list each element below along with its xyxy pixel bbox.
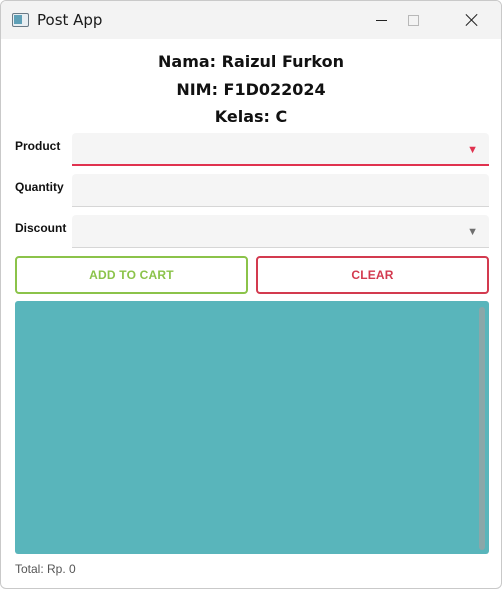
chevron-down-icon: ▼ bbox=[467, 226, 478, 238]
student-nim: NIM: F1D022024 bbox=[176, 80, 326, 99]
product-label: Product bbox=[15, 139, 61, 153]
app-icon bbox=[12, 13, 29, 27]
clear-button[interactable]: CLEAR bbox=[256, 256, 489, 294]
discount-dropdown[interactable]: ▼ bbox=[72, 215, 489, 248]
quantity-field[interactable] bbox=[72, 174, 489, 207]
product-value[interactable] bbox=[72, 133, 489, 164]
close-button[interactable] bbox=[449, 1, 495, 39]
student-class: Kelas: C bbox=[214, 107, 288, 126]
close-icon bbox=[465, 13, 479, 27]
title-bar[interactable]: Post App bbox=[1, 1, 501, 39]
student-name: Nama: Raizul Furkon bbox=[158, 52, 344, 71]
maximize-icon bbox=[407, 14, 419, 26]
cart-scrollbar[interactable] bbox=[479, 307, 485, 550]
product-dropdown[interactable]: ▼ bbox=[72, 133, 489, 166]
quantity-label: Quantity bbox=[15, 180, 64, 194]
chevron-down-icon: ▼ bbox=[467, 144, 478, 156]
total-label: Total: Rp. 0 bbox=[15, 562, 76, 576]
app-window: Post App Nama: Raizul Furkon NIM: F1D022… bbox=[0, 0, 502, 589]
minimize-icon bbox=[375, 19, 387, 21]
cart-list[interactable] bbox=[15, 301, 489, 554]
add-to-cart-button[interactable]: ADD TO CART bbox=[15, 256, 248, 294]
discount-label: Discount bbox=[15, 221, 67, 235]
discount-value[interactable] bbox=[72, 215, 489, 247]
window-title: Post App bbox=[37, 11, 103, 29]
maximize-button[interactable] bbox=[390, 1, 436, 39]
quantity-input[interactable] bbox=[72, 174, 489, 206]
